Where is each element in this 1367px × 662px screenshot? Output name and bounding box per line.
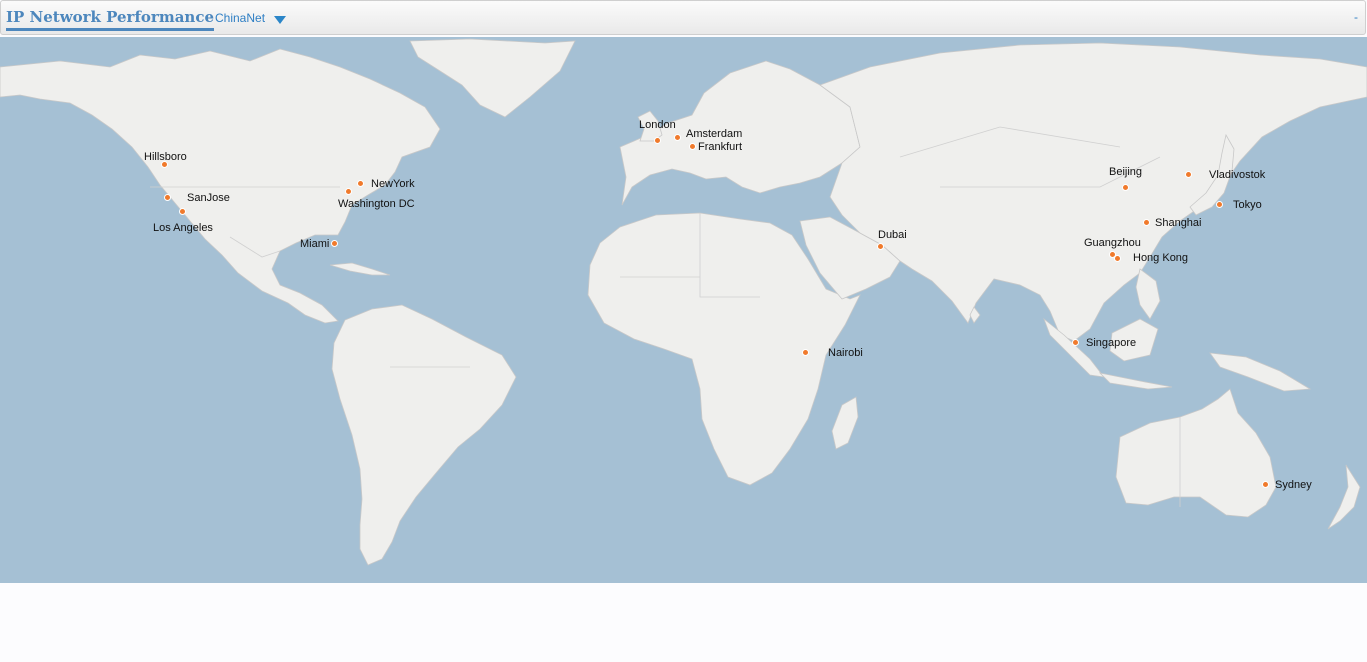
location-pin-icon[interactable] [163,193,171,201]
location-pin-icon[interactable] [356,179,364,187]
city-label: Tokyo [1233,199,1262,211]
location-pin-icon[interactable] [1113,254,1121,262]
location-pin-icon[interactable] [1142,218,1150,226]
city-label: Shanghai [1155,217,1202,229]
network-dropdown[interactable]: ChinaNet [215,11,287,25]
network-dropdown-label: ChinaNet [215,11,266,25]
city-label: Frankfurt [698,141,743,153]
location-pin-icon[interactable] [1261,480,1269,488]
asia-landmass [819,42,1367,342]
location-pin-icon[interactable] [876,242,884,250]
cuba-landmass [329,262,391,276]
city-label: Hong Kong [1133,252,1189,264]
city-label: Nairobi [828,347,863,359]
world-map[interactable]: Hillsboro SanJose Los Angeles NewYork Wa… [0,37,1367,583]
city-label: Beijing [1109,166,1143,178]
city-label: Vladivostok [1209,169,1266,181]
south-america-landmass [331,304,517,566]
philippines-landmass [1135,268,1161,320]
city-label: London [639,119,676,131]
app-title: IP Network Performance [6,8,214,31]
world-map-base [0,38,1367,566]
australia-landmass [1115,388,1277,518]
location-pin-icon[interactable] [1121,183,1129,191]
header-right-text[interactable]: - [1354,10,1358,24]
location-pin-icon[interactable] [1184,170,1192,178]
city-label: Singapore [1086,337,1137,349]
city-label: Guangzhou [1084,237,1141,249]
location-pin-icon[interactable] [653,136,661,144]
caret-down-icon[interactable] [274,16,287,24]
java-landmass [1098,372,1173,390]
city-label: SanJose [187,192,230,204]
city-label: NewYork [371,178,415,190]
location-pin-icon[interactable] [178,207,186,215]
greenland-landmass [409,38,576,118]
location-pin-icon[interactable] [801,348,809,356]
location-pin-icon[interactable] [673,133,681,141]
city-label: Dubai [878,229,907,241]
location-pin-icon[interactable] [1215,200,1223,208]
madagascar-landmass [831,396,859,450]
location-pin-icon[interactable] [688,142,696,150]
location-pin-icon[interactable] [344,187,352,195]
location-pin-icon[interactable] [330,239,338,247]
city-label: Hillsboro [144,151,187,163]
city-label: Miami [300,238,330,250]
top-bar: IP Network Performance ChinaNet - [0,0,1366,35]
city-label: Washington DC [338,198,415,210]
location-pin-icon[interactable] [1071,338,1079,346]
city-label: Los Angeles [153,222,213,234]
city-label: Amsterdam [686,128,743,140]
new-zealand-landmass [1327,464,1361,530]
city-label: Sydney [1275,479,1312,491]
new-guinea-landmass [1209,352,1312,392]
